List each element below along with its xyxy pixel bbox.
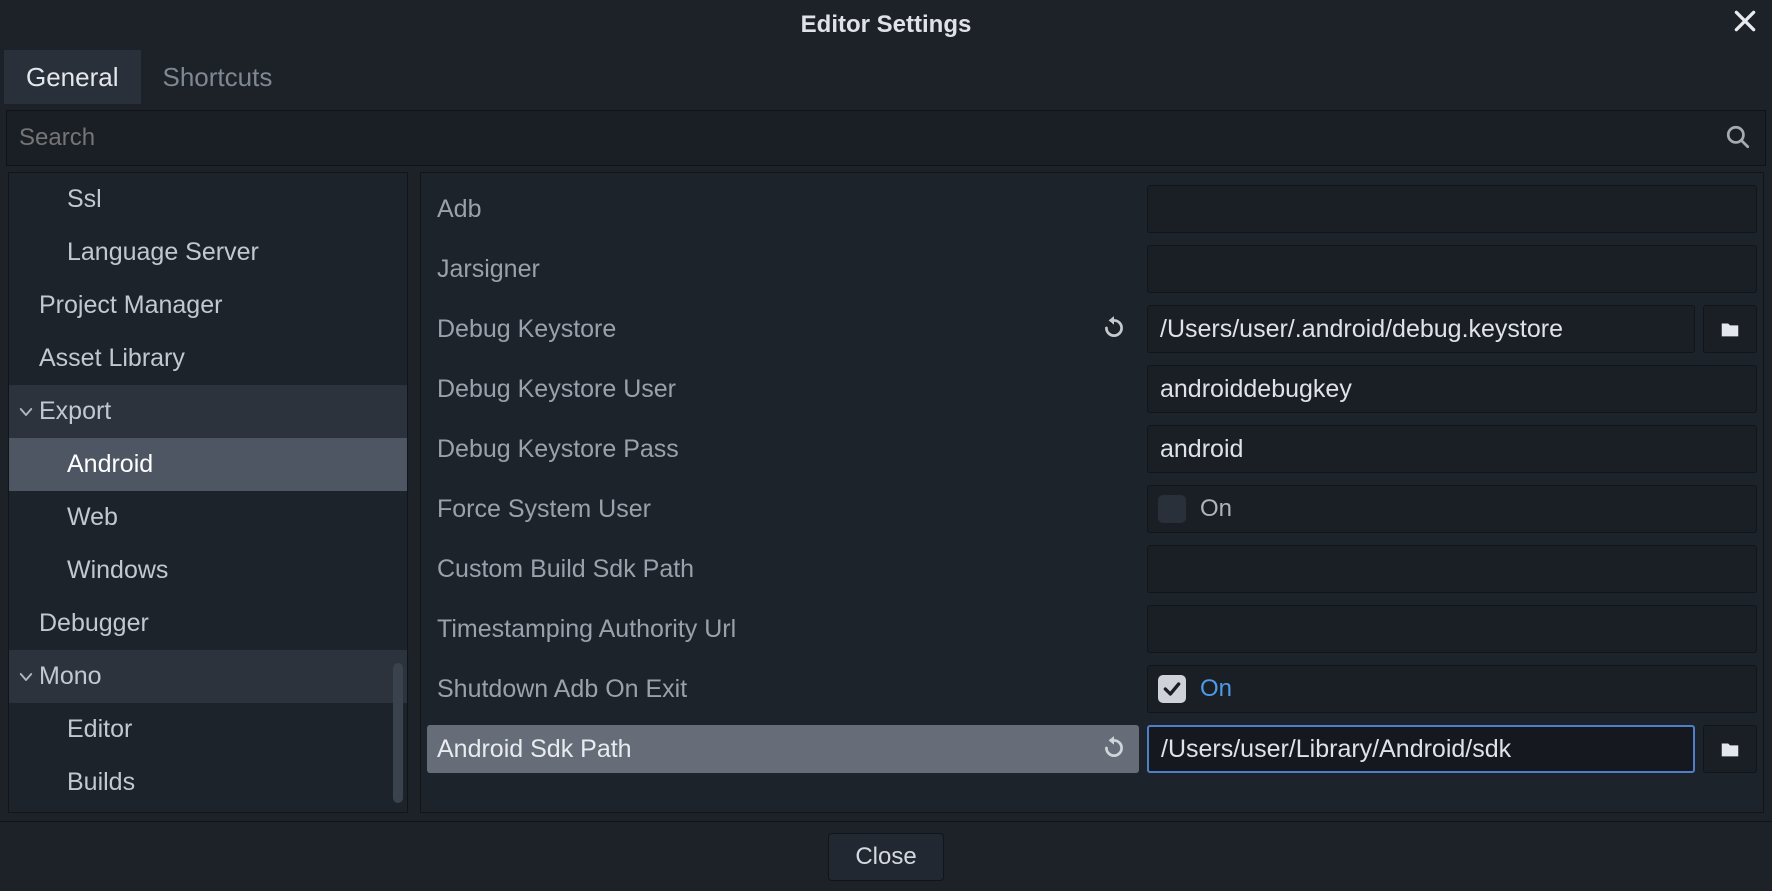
title-bar: Editor Settings (0, 0, 1772, 50)
browse-button[interactable] (1703, 725, 1757, 773)
prop-label-debug-keystore-user: Debug Keystore User (427, 365, 1139, 413)
prop-row-shutdown-adb-on-exit: Shutdown Adb On Exit On (427, 659, 1757, 719)
tree-item-builds[interactable]: Builds (9, 756, 407, 809)
tree-item-asset-library[interactable]: Asset Library (9, 332, 407, 385)
prop-label-debug-keystore: Debug Keystore (427, 305, 1139, 353)
content-body: Ssl Language Server Project Manager Asse… (0, 172, 1772, 821)
tree-item-label: Android (67, 450, 153, 479)
tree-item-export[interactable]: Export (9, 385, 407, 438)
tab-shortcuts-label: Shortcuts (163, 62, 273, 93)
tree-item-label: Debugger (39, 609, 149, 638)
prop-label-adb: Adb (427, 185, 1139, 233)
tab-shortcuts[interactable]: Shortcuts (141, 50, 295, 104)
prop-label-shutdown-adb-on-exit: Shutdown Adb On Exit (427, 665, 1139, 713)
tab-bar: General Shortcuts (0, 50, 1772, 104)
properties-panel: Adb Jarsigner Debug Keystore Debug Key (420, 172, 1764, 813)
prop-row-custom-build-sdk-path: Custom Build Sdk Path (427, 539, 1757, 599)
force-system-user-checkbox[interactable]: On (1147, 485, 1757, 533)
tree-item-label: Ssl (67, 185, 102, 214)
tree-item-windows[interactable]: Windows (9, 544, 407, 597)
search-row (6, 110, 1766, 166)
tree-item-label: Asset Library (39, 344, 185, 373)
debug-keystore-user-input[interactable] (1147, 365, 1757, 413)
debug-keystore-input[interactable] (1147, 305, 1695, 353)
custom-build-sdk-path-input[interactable] (1147, 545, 1757, 593)
close-button[interactable]: Close (828, 833, 943, 881)
scrollbar-thumb[interactable] (393, 663, 403, 803)
checkbox-label: On (1200, 675, 1232, 703)
tree-item-language-server[interactable]: Language Server (9, 226, 407, 279)
close-icon[interactable] (1732, 8, 1758, 34)
prop-label-text: Android Sdk Path (437, 735, 632, 764)
shutdown-adb-on-exit-checkbox[interactable]: On (1147, 665, 1757, 713)
tree-item-label: Web (67, 503, 118, 532)
prop-row-force-system-user: Force System User On (427, 479, 1757, 539)
android-sdk-path-input[interactable] (1147, 725, 1695, 773)
jarsigner-input[interactable] (1147, 245, 1757, 293)
debug-keystore-pass-input[interactable] (1147, 425, 1757, 473)
tab-general[interactable]: General (4, 50, 141, 104)
revert-icon[interactable] (1101, 735, 1129, 763)
footer: Close (0, 821, 1772, 891)
search-icon (1725, 124, 1753, 152)
tree-item-label: Export (39, 397, 111, 426)
tree-item-debugger[interactable]: Debugger (9, 597, 407, 650)
tree-item-label: Project Manager (39, 291, 222, 320)
prop-label-android-sdk-path: Android Sdk Path (427, 725, 1139, 773)
tree-item-label: Builds (67, 768, 135, 797)
prop-row-debug-keystore: Debug Keystore (427, 299, 1757, 359)
tree-item-editor[interactable]: Editor (9, 703, 407, 756)
prop-row-debug-keystore-user: Debug Keystore User (427, 359, 1757, 419)
browse-button[interactable] (1703, 305, 1757, 353)
settings-tree[interactable]: Ssl Language Server Project Manager Asse… (8, 172, 408, 813)
prop-row-timestamping-authority-url: Timestamping Authority Url (427, 599, 1757, 659)
adb-input[interactable] (1147, 185, 1757, 233)
tree-item-label: Windows (67, 556, 168, 585)
checkbox-box (1158, 495, 1186, 523)
tree-item-mono[interactable]: Mono (9, 650, 407, 703)
revert-icon[interactable] (1101, 315, 1129, 343)
tree-item-label: Language Server (67, 238, 259, 267)
close-button-label: Close (855, 843, 916, 871)
tab-general-label: General (26, 62, 119, 93)
tree-item-web[interactable]: Web (9, 491, 407, 544)
prop-label-timestamping-authority-url: Timestamping Authority Url (427, 605, 1139, 653)
search-input[interactable] (19, 124, 1725, 152)
checkbox-box (1158, 675, 1186, 703)
tree-item-label: Mono (39, 662, 102, 691)
tree-item-ssl[interactable]: Ssl (9, 173, 407, 226)
prop-label-jarsigner: Jarsigner (427, 245, 1139, 293)
prop-row-debug-keystore-pass: Debug Keystore Pass (427, 419, 1757, 479)
prop-label-text: Debug Keystore (437, 315, 616, 344)
checkbox-label: On (1200, 495, 1232, 523)
prop-label-debug-keystore-pass: Debug Keystore Pass (427, 425, 1139, 473)
prop-label-force-system-user: Force System User (427, 485, 1139, 533)
tree-item-label: Editor (67, 715, 132, 744)
chevron-down-icon (17, 403, 39, 421)
prop-label-custom-build-sdk-path: Custom Build Sdk Path (427, 545, 1139, 593)
prop-row-jarsigner: Jarsigner (427, 239, 1757, 299)
timestamping-authority-url-input[interactable] (1147, 605, 1757, 653)
tree-item-android[interactable]: Android (9, 438, 407, 491)
prop-row-adb: Adb (427, 179, 1757, 239)
window-title: Editor Settings (801, 11, 972, 39)
tree-item-project-manager[interactable]: Project Manager (9, 279, 407, 332)
prop-row-android-sdk-path: Android Sdk Path (427, 719, 1757, 779)
chevron-down-icon (17, 668, 39, 686)
